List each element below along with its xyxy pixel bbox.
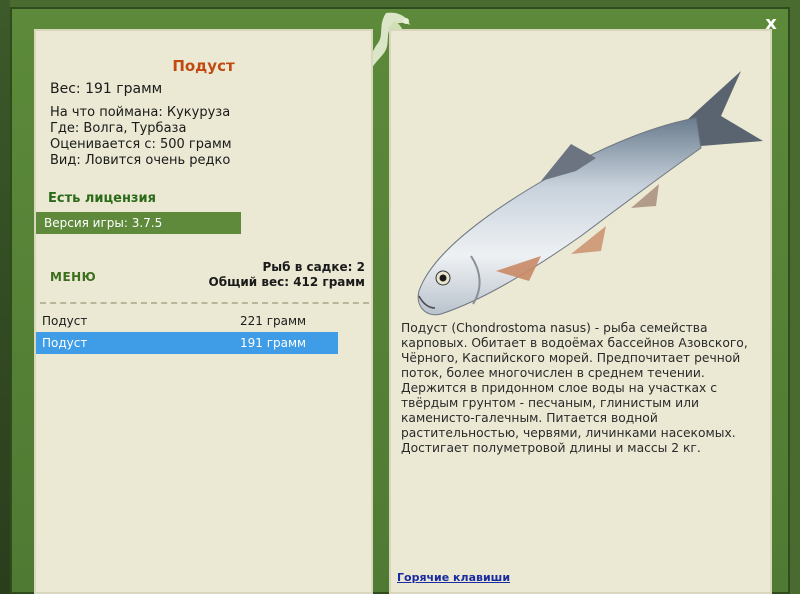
license-status: Есть лицензия: [48, 191, 156, 206]
catch-fish-name: Подуст: [42, 314, 88, 328]
fish-description: Подуст (Chondrostoma nasus) - рыба семей…: [401, 321, 748, 455]
game-version: Версия игры: 3.7.5: [36, 212, 241, 234]
fish-title: Подуст: [172, 57, 235, 75]
location-text: Где: Волга, Турбаза: [50, 121, 187, 136]
catch-fish-name: Подуст: [42, 336, 88, 350]
catch-list: Подуст 221 грамм Подуст 191 грамм: [36, 310, 338, 354]
menu-button[interactable]: МЕНЮ: [50, 270, 96, 284]
catch-fish-weight: 191 грамм: [240, 336, 307, 350]
catch-stats: Рыб в садке: 2 Общий вес: 412 грамм: [209, 260, 365, 290]
fish-details-panel: Подуст Вес: 191 грамм На что поймана: Ку…: [34, 29, 373, 594]
catch-fish-weight: 221 грамм: [240, 314, 307, 328]
catch-list-row[interactable]: Подуст 221 грамм: [36, 310, 338, 332]
fish-description-panel: Подуст (Chondrostoma nasus) - рыба семей…: [389, 29, 772, 594]
catch-list-row[interactable]: Подуст 191 грамм: [36, 332, 338, 354]
divider: [40, 302, 369, 304]
fish-info: На что поймана: Кукуруза Где: Волга, Тур…: [50, 105, 232, 169]
fish-count: Рыб в садке: 2: [262, 260, 366, 274]
total-weight: Общий вес: 412 грамм: [208, 275, 365, 289]
caught-with-text: На что поймана: Кукуруза: [50, 105, 231, 120]
valued-from-text: Оценивается с: 500 грамм: [50, 137, 232, 152]
rarity-text: Вид: Ловится очень редко: [50, 153, 231, 168]
fish-illustration: [417, 71, 763, 316]
hotkeys-link[interactable]: Горячие клавиши: [397, 571, 510, 584]
background-edge: [0, 0, 10, 594]
fish-weight: Вес: 191 грамм: [50, 81, 163, 97]
fish-info-window: x Подуст Вес: 191 грамм На что поймана: …: [10, 7, 790, 594]
